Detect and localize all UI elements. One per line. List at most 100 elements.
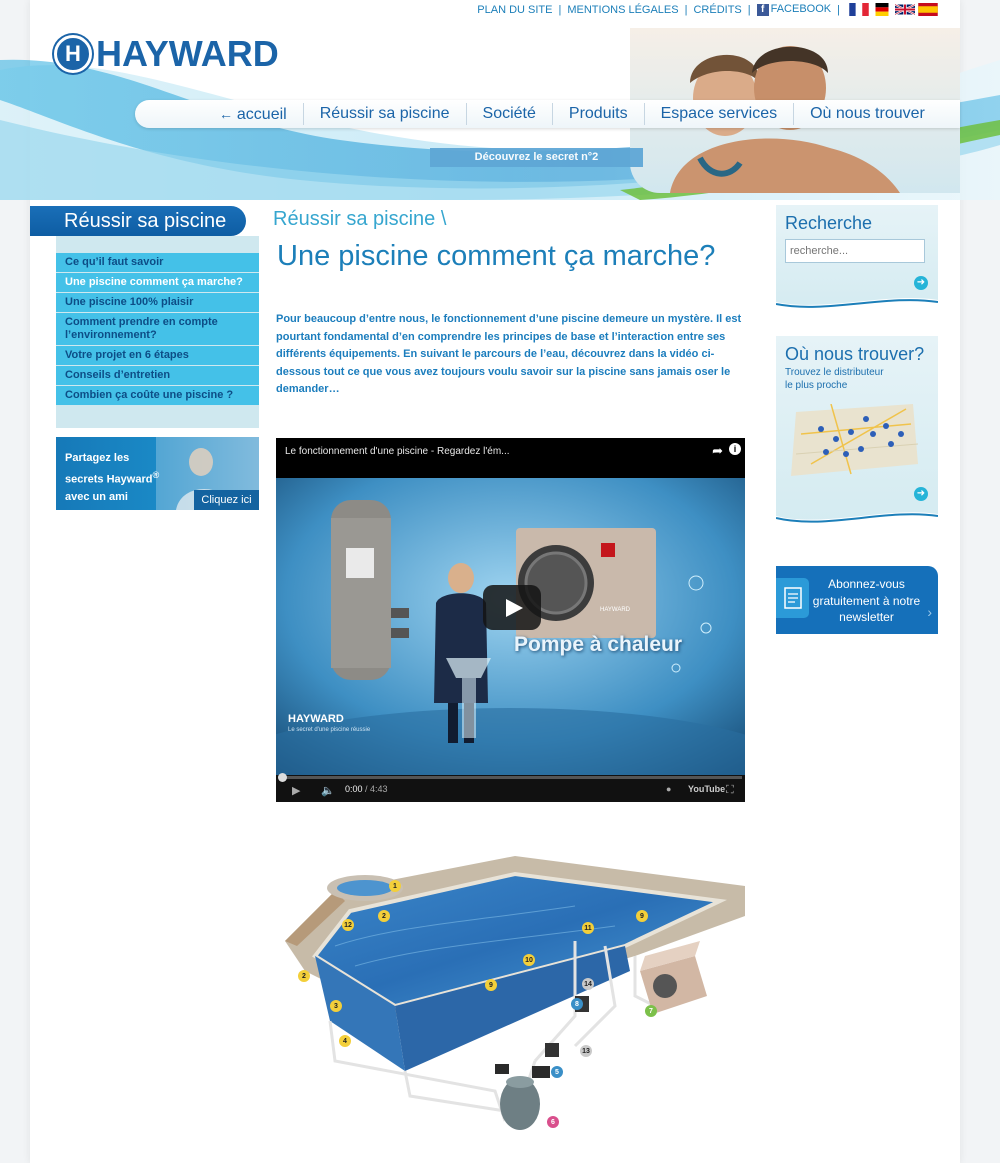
callout-9: 9: [640, 913, 644, 920]
callout-2: 2: [382, 913, 386, 920]
store-locator-box[interactable]: Où nous trouver? Trouvez le distributeur…: [776, 336, 938, 528]
sidebar-item-comment-ca-marche[interactable]: Une piscine comment ça marche?: [56, 273, 259, 292]
youtube-video-player[interactable]: HAYWARD Le fonctionnement d'une piscine …: [276, 438, 745, 802]
callout-13: 13: [582, 1048, 590, 1055]
share-line-3: avec un ami: [65, 490, 128, 503]
volume-icon[interactable]: 🔈: [321, 784, 335, 797]
share-with-friend-banner[interactable]: Partagez les secrets Hayward® avec un am…: [56, 437, 259, 510]
callout-9b: 9: [489, 982, 493, 989]
newsletter-subscribe-button[interactable]: Abonnez-vous gratuitement à notre newsle…: [776, 566, 938, 634]
sidebar-item-combien-ca-coute[interactable]: Combien ça coûte une piscine ?: [56, 386, 259, 405]
video-title[interactable]: Le fonctionnement d'une piscine - Regard…: [285, 446, 510, 457]
intro-paragraph: Pour beaucoup d’entre nous, le fonctionn…: [276, 313, 742, 395]
search-box: Recherche ➜: [776, 205, 938, 312]
nav-item-accueil[interactable]: ← accueil: [203, 103, 304, 125]
play-icon: [505, 598, 523, 617]
flag-france-icon[interactable]: [849, 3, 869, 16]
nav-item-reussir[interactable]: Réussir sa piscine: [304, 103, 467, 125]
flag-uk-icon[interactable]: [895, 3, 915, 16]
callout-7: 7: [649, 1008, 653, 1015]
callout-10: 10: [525, 957, 533, 964]
main-navigation: ← accueil Réussir sa piscine Société Pro…: [135, 100, 960, 128]
settings-icon[interactable]: ●: [666, 784, 671, 794]
sidebar-item-projet-6-etapes[interactable]: Votre projet en 6 étapes: [56, 346, 259, 365]
share-text: Partagez les secrets Hayward® avec un am…: [65, 450, 159, 506]
nav-item-societe[interactable]: Société: [467, 103, 553, 125]
locator-subtitle-2: le plus proche: [785, 380, 848, 391]
callout-6: 6: [551, 1119, 555, 1126]
separator: |: [684, 3, 688, 16]
callout-1: 1: [393, 883, 397, 890]
callout-5: 5: [555, 1069, 559, 1076]
video-progress-track[interactable]: [279, 776, 742, 779]
plan-du-site-link[interactable]: PLAN DU SITE: [477, 4, 552, 16]
sidebar-item-conseils-entretien[interactable]: Conseils d’entretien: [56, 366, 259, 385]
video-brand-subtitle: Le secret d'une piscine réussie: [288, 727, 371, 733]
separator: |: [837, 3, 840, 16]
newsletter-label: Abonnez-vous gratuitement à notre newsle…: [812, 577, 921, 624]
registered-mark: ®: [152, 470, 160, 480]
share-click-button[interactable]: Cliquez ici: [194, 490, 259, 510]
callout-2b: 2: [302, 973, 306, 980]
locator-go-icon[interactable]: ➜: [914, 487, 928, 501]
sidebar-item-environnement[interactable]: Comment prendre en compte l’environnemen…: [56, 313, 259, 345]
map-thumbnail[interactable]: [791, 404, 918, 476]
time-total: / 4:43: [365, 784, 388, 794]
promo-secret-button[interactable]: Découvrez le secret n°2: [430, 148, 643, 167]
separator: |: [558, 3, 562, 16]
nav-item-ou-nous-trouver[interactable]: Où nous trouver: [794, 103, 941, 125]
share-line-2: secrets Hayward®: [65, 467, 159, 489]
play-button[interactable]: [483, 585, 541, 630]
newsletter-document-icon: [776, 578, 809, 618]
facebook-label: FACEBOOK: [770, 3, 832, 15]
sidebar-item-100-plaisir[interactable]: Une piscine 100% plaisir: [56, 293, 259, 312]
hayward-logo-mark: H: [54, 35, 92, 73]
callout-11: 11: [584, 925, 592, 932]
locator-subtitle-1: Trouvez le distributeur: [785, 367, 884, 378]
pump-brand-label: HAYWARD: [600, 607, 631, 613]
sidebar-item-ce-qu-il-faut-savoir[interactable]: Ce qu’il faut savoir: [56, 253, 259, 272]
flag-spain-icon[interactable]: [918, 3, 938, 16]
youtube-logo-icon[interactable]: YouTube: [688, 784, 725, 794]
facebook-icon: f: [756, 4, 769, 16]
credits-link[interactable]: CRÉDITS: [693, 4, 741, 16]
sidebar-heading: Réussir sa piscine: [30, 206, 246, 236]
video-progress-handle[interactable]: [278, 773, 287, 782]
fullscreen-icon[interactable]: ⛶: [726, 784, 734, 797]
hayward-logo-text: HAYWARD: [96, 33, 279, 74]
share-line-1: Partagez les: [65, 452, 130, 464]
video-brand-watermark: HAYWARD: [288, 713, 344, 725]
nav-label: accueil: [236, 106, 287, 123]
nav-item-produits[interactable]: Produits: [553, 103, 645, 125]
callout-3: 3: [334, 1003, 338, 1010]
breadcrumb[interactable]: Réussir sa piscine \: [273, 208, 446, 231]
locator-title: Où nous trouver?: [785, 344, 925, 364]
mentions-legales-link[interactable]: MENTIONS LÉGALES: [567, 4, 678, 16]
pool-circuit-diagram: 1 2 12 2 3 4 11 9 10 9 14 8 13 5 6 7: [285, 856, 745, 1130]
callout-8: 8: [575, 1001, 579, 1008]
flag-germany-icon[interactable]: [872, 3, 892, 16]
separator: |: [747, 3, 751, 16]
search-wave-decoration: [776, 298, 938, 312]
locator-wave-decoration: [776, 512, 938, 528]
share-line-2-text: secrets Hayward: [65, 473, 153, 486]
video-caption: Pompe à chaleur: [514, 633, 683, 656]
play-small-icon[interactable]: ▶: [292, 784, 300, 797]
language-flags: [846, 3, 938, 16]
callout-12: 12: [344, 922, 352, 929]
page-title: Une piscine comment ça marche?: [277, 240, 716, 272]
search-go-icon[interactable]: ➜: [914, 276, 928, 290]
search-input[interactable]: [785, 239, 925, 263]
info-icon[interactable]: i: [729, 443, 741, 455]
back-arrow-icon: ←: [219, 106, 237, 122]
facebook-link[interactable]: f FACEBOOK: [756, 3, 832, 16]
hayward-logo[interactable]: H HAYWARD: [54, 33, 279, 75]
top-links: PLAN DU SITE | MENTIONS LÉGALES | CRÉDIT…: [477, 3, 938, 16]
nav-item-espace-services[interactable]: Espace services: [645, 103, 795, 125]
callout-4: 4: [343, 1038, 347, 1045]
search-title: Recherche: [785, 213, 873, 233]
chevron-right-icon: ›: [927, 604, 932, 620]
sidebar-menu: Ce qu’il faut savoir Une piscine comment…: [56, 253, 259, 406]
time-current: 0:00: [345, 784, 363, 794]
share-icon[interactable]: ➦: [712, 443, 723, 459]
